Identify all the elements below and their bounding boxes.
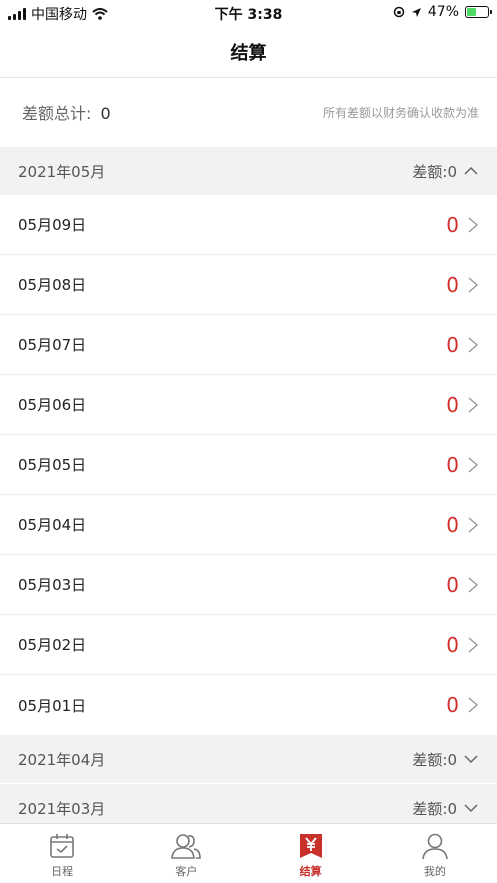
rotation-lock-icon (393, 6, 405, 18)
day-date: 05月04日 (18, 516, 87, 534)
day-row[interactable]: 05月01日 0 (0, 675, 497, 735)
summary-total: 差额总计: 0 (22, 100, 111, 124)
chevron-right-icon (468, 636, 479, 653)
day-row[interactable]: 05月04日 0 (0, 495, 497, 555)
day-right: 0 (446, 573, 479, 597)
day-right: 0 (446, 273, 479, 297)
tab-label: 我的 (423, 865, 446, 878)
month-label: 2021年03月 (18, 799, 106, 818)
day-date: 05月06日 (18, 396, 87, 414)
day-row[interactable]: 05月03日 0 (0, 555, 497, 615)
battery-percent: 47% (427, 4, 459, 20)
day-value: 0 (446, 512, 459, 537)
person-icon (422, 833, 448, 860)
summary-value: 0 (100, 104, 111, 123)
day-right: 0 (446, 633, 479, 657)
chevron-down-icon (464, 755, 478, 764)
day-right: 0 (446, 693, 479, 717)
day-value: 0 (446, 572, 459, 597)
tab-label: 结算 (299, 865, 322, 878)
chevron-right-icon (468, 276, 479, 293)
summary-bar: 差额总计: 0 所有差额以财务确认收款为准 (0, 78, 497, 146)
month-diff: 差额:0 (412, 749, 479, 770)
page-title: 结算 (230, 42, 267, 64)
status-right: 47% (393, 4, 492, 20)
month-label: 2021年04月 (18, 750, 106, 769)
month-diff: 差额:0 (412, 161, 479, 182)
month-header-2021-05[interactable]: 2021年05月 差额:0 (0, 147, 497, 195)
day-date: 05月05日 (18, 456, 87, 474)
chevron-right-icon (468, 396, 479, 413)
day-date: 05月03日 (18, 576, 87, 594)
month-header-2021-04[interactable]: 2021年04月 差额:0 (0, 735, 497, 783)
day-right: 0 (446, 513, 479, 537)
chevron-right-icon (468, 216, 479, 233)
day-right: 0 (446, 333, 479, 357)
month-diff: 差额:0 (412, 798, 479, 819)
day-value: 0 (446, 332, 459, 357)
day-value: 0 (446, 272, 459, 297)
nav-bar: 结算 (0, 26, 497, 78)
location-icon (411, 7, 421, 17)
status-bar: 中国移动 下午 3:38 47% (0, 0, 497, 26)
day-row[interactable]: 05月02日 0 (0, 615, 497, 675)
day-row[interactable]: 05月09日 0 (0, 195, 497, 255)
chevron-right-icon (468, 516, 479, 533)
day-value: 0 (446, 392, 459, 417)
chevron-right-icon (468, 456, 479, 473)
day-date: 05月07日 (18, 336, 87, 354)
month-label: 2021年05月 (18, 162, 106, 181)
tab-label: 日程 (51, 865, 74, 878)
day-date: 05月02日 (18, 636, 87, 654)
month-diff-value: 差额:0 (412, 799, 457, 818)
day-value: 0 (446, 452, 459, 477)
summary-note: 所有差额以财务确认收款为准 (322, 105, 479, 120)
battery-fill (467, 8, 477, 16)
month-diff-value: 差额:0 (412, 162, 457, 181)
day-row[interactable]: 05月08日 0 (0, 255, 497, 315)
day-value: 0 (446, 632, 459, 657)
day-row[interactable]: 05月05日 0 (0, 435, 497, 495)
tab-settlement[interactable]: 结算 (249, 824, 373, 883)
tab-mine[interactable]: 我的 (373, 824, 497, 883)
day-date: 05月08日 (18, 276, 87, 294)
customers-icon (171, 834, 202, 859)
tab-label: 客户 (175, 865, 198, 878)
day-value: 0 (446, 693, 459, 717)
day-row[interactable]: 05月06日 0 (0, 375, 497, 435)
chevron-down-icon (464, 804, 478, 813)
tab-schedule[interactable]: 日程 (0, 824, 124, 883)
battery-icon (465, 6, 492, 18)
day-date: 05月01日 (18, 696, 87, 715)
day-date: 05月09日 (18, 216, 87, 234)
chevron-right-icon (468, 336, 479, 353)
day-right: 0 (446, 213, 479, 237)
day-right: 0 (446, 393, 479, 417)
day-value: 0 (446, 212, 459, 237)
tab-bar: 日程 客户 结算 我的 (0, 823, 497, 883)
yen-icon (299, 834, 322, 858)
month-diff-value: 差额:0 (412, 750, 457, 769)
chevron-right-icon (468, 697, 479, 713)
day-list: 05月09日 0 05月08日 0 05月07日 0 05月06日 0 05月05日 0 05月04… (0, 195, 497, 735)
calendar-icon (50, 834, 74, 858)
day-right: 0 (446, 453, 479, 477)
day-row[interactable]: 05月07日 0 (0, 315, 497, 375)
chevron-right-icon (468, 576, 479, 593)
chevron-up-icon (464, 166, 478, 175)
tab-customers[interactable]: 客户 (124, 824, 248, 883)
summary-label: 差额总计: (22, 104, 92, 123)
